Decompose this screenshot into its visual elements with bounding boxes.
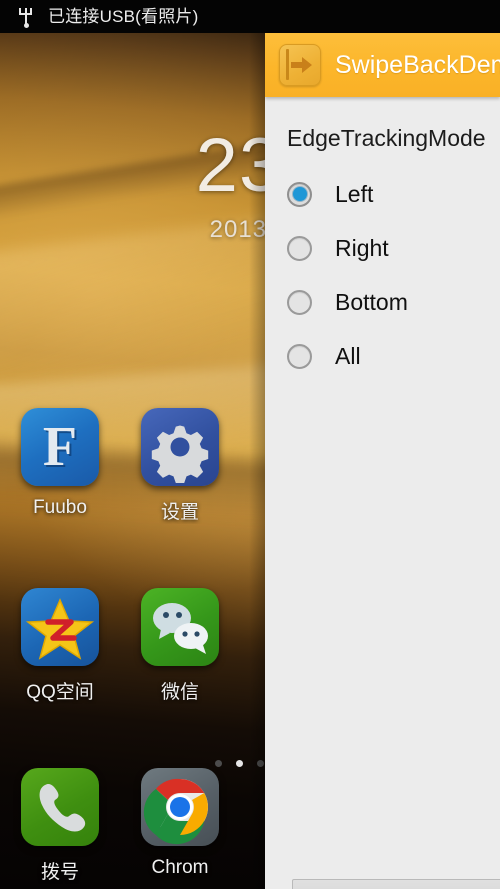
swipeback-app-icon[interactable] [279, 44, 321, 86]
app-label: 微信 [160, 682, 199, 703]
page-dot[interactable] [215, 760, 222, 767]
app-label: Fuubo [33, 497, 87, 518]
device-screen: 已连接USB(看照片) 23: 2013-8 F Fuubo [0, 0, 500, 889]
radio-option-right[interactable]: Right [287, 221, 500, 275]
start-new-activity-button[interactable]: Start ne [292, 879, 500, 889]
app-shortcut-dialer[interactable]: 拨号 [0, 768, 120, 889]
app-shortcut-settings[interactable]: 设置 [120, 408, 240, 588]
qq-zone-star-icon[interactable] [21, 588, 99, 666]
radio-option-label: Bottom [335, 288, 408, 315]
app-shortcut-fuubo[interactable]: F Fuubo [0, 408, 120, 588]
action-bar: SwipeBackDem [265, 33, 500, 97]
page-dot-active[interactable] [236, 760, 243, 767]
app-shortcut-wechat[interactable]: 微信 [120, 588, 240, 768]
chrome-icon[interactable] [141, 768, 219, 846]
radio-option-label: Left [335, 180, 374, 207]
radio-option-left[interactable]: Left [287, 167, 500, 221]
radio-button-icon[interactable] [287, 343, 312, 369]
edge-tracking-mode-label: EdgeTrackingMode [287, 125, 486, 151]
radio-option-label: Right [335, 234, 389, 261]
status-bar: 已连接USB(看照片) [0, 0, 500, 33]
fuubo-app-icon[interactable]: F [21, 408, 99, 486]
radio-option-label: All [335, 342, 361, 369]
panel-content: EdgeTrackingMode Left Right Bottom All [265, 97, 500, 889]
swipe-panel-shadow [249, 33, 266, 889]
app-label: 设置 [160, 502, 199, 523]
swipeback-activity-panel[interactable]: SwipeBackDem EdgeTrackingMode Left Right… [265, 33, 500, 889]
app-shortcut-qq-zone[interactable]: QQ空间 [0, 588, 120, 768]
edge-tracking-mode-radio-group[interactable]: Left Right Bottom All [287, 167, 500, 383]
radio-option-bottom[interactable]: Bottom [287, 275, 500, 329]
usb-icon [18, 7, 34, 28]
wechat-bubbles-icon[interactable] [141, 588, 219, 666]
app-shortcut-chrome[interactable]: Chrom [120, 768, 240, 889]
radio-button-icon[interactable] [287, 289, 312, 315]
app-label: QQ空间 [26, 682, 94, 703]
radio-option-all[interactable]: All [287, 329, 500, 383]
app-label: Chrom [151, 857, 209, 878]
status-bar-text: 已连接USB(看照片) [48, 7, 199, 26]
app-label: 拨号 [40, 862, 79, 883]
fuubo-glyph: F [42, 416, 78, 478]
radio-button-icon[interactable] [287, 235, 312, 261]
action-bar-title: SwipeBackDem [335, 50, 500, 79]
radio-button-icon[interactable] [287, 181, 312, 207]
phone-handset-icon[interactable] [21, 768, 99, 846]
settings-gear-icon[interactable] [141, 408, 219, 486]
